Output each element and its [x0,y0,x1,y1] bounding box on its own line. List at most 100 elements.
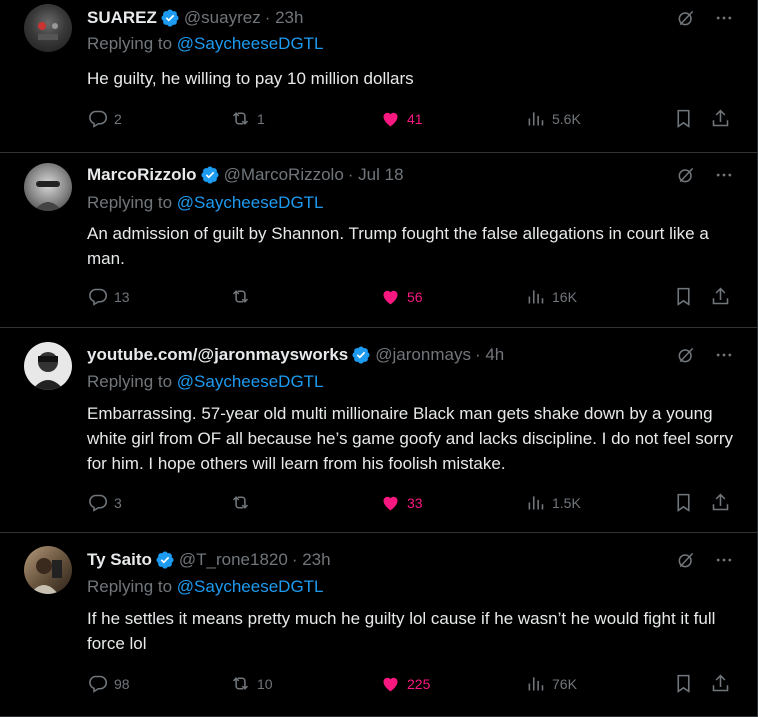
reply-icon [89,288,108,306]
reply-tweet[interactable]: MarcoRizzolo @MarcoRizzolo · Jul 18 Repl… [0,153,758,328]
views-icon [528,496,544,510]
reply-feed: SUAREZ @suayrez · 23h Replying to @Saych… [0,0,758,717]
like-icon [383,290,398,305]
reply-tweet[interactable]: SUAREZ @suayrez · 23h Replying to @Saych… [0,0,758,153]
views-button[interactable]: 76K [525,673,577,694]
grok-icon[interactable] [676,550,696,570]
mention-link[interactable]: @SaycheeseDGTL [177,577,324,596]
repost-button[interactable] [230,492,257,513]
repost-icon [232,290,249,303]
views-button[interactable]: 1.5K [525,492,581,513]
avatar[interactable] [24,4,72,52]
avatar[interactable] [24,342,72,390]
share-icon [712,109,729,127]
like-count: 56 [407,288,423,305]
more-icon[interactable] [714,165,734,185]
views-count: 16K [552,288,577,305]
views-count: 76K [552,675,577,692]
repost-button[interactable]: 1 [230,108,265,129]
author-handle[interactable]: @T_rone1820 [179,550,288,570]
repost-icon [232,677,249,690]
more-icon[interactable] [714,8,734,28]
like-count: 225 [407,675,431,692]
author-handle[interactable]: @jaronmays [375,345,471,365]
reply-button[interactable]: 3 [87,492,122,513]
action-bar: 13 56 16K [87,286,737,310]
bookmark-button[interactable] [673,108,694,129]
like-icon [383,677,398,692]
reply-tweet[interactable]: youtube.com/@jaronmaysworks @jaronmays ·… [0,328,758,533]
more-icon[interactable] [714,345,734,365]
reply-icon [89,675,108,693]
mention-link[interactable]: @SaycheeseDGTL [177,372,324,391]
replying-to: Replying to @SaycheeseDGTL [87,193,324,212]
tweet-header: youtube.com/@jaronmaysworks @jaronmays ·… [87,343,504,367]
tweet-text: Embarrassing. 57-year old multi milliona… [87,404,733,473]
timestamp[interactable]: · 23h [265,8,304,28]
author-name[interactable]: Ty Saito [87,550,152,570]
reply-icon [89,494,108,512]
verified-badge-icon [352,346,370,364]
views-count: 1.5K [552,494,581,511]
share-icon [712,287,729,305]
tweet-header: Ty Saito @T_rone1820 · 23h [87,548,331,572]
author-name[interactable]: SUAREZ [87,8,157,28]
author-handle[interactable]: @MarcoRizzolo [224,165,344,185]
repost-icon [232,496,249,509]
like-button[interactable]: 225 [380,673,430,694]
replying-to: Replying to @SaycheeseDGTL [87,577,324,596]
reply-count: 3 [114,494,122,511]
reply-button[interactable]: 13 [87,286,130,307]
tweet-header: MarcoRizzolo @MarcoRizzolo · Jul 18 [87,163,404,187]
tweet-header: SUAREZ @suayrez · 23h [87,6,303,30]
replying-to: Replying to @SaycheeseDGTL [87,372,324,391]
views-button[interactable]: 16K [525,286,577,307]
repost-icon [232,112,249,125]
avatar[interactable] [24,546,72,594]
repost-button[interactable] [230,286,257,307]
like-button[interactable]: 56 [380,286,423,307]
reply-button[interactable]: 2 [87,108,122,129]
share-icon [712,674,729,692]
share-button[interactable] [710,286,731,307]
bookmark-button[interactable] [673,492,694,513]
like-button[interactable]: 33 [380,492,423,513]
mention-link[interactable]: @SaycheeseDGTL [177,34,324,53]
repost-count: 10 [257,675,273,692]
bookmark-button[interactable] [673,286,694,307]
reply-count: 13 [114,288,130,305]
like-count: 41 [407,110,423,127]
timestamp[interactable]: · 4h [475,345,504,365]
author-name[interactable]: youtube.com/@jaronmaysworks [87,345,348,365]
repost-button[interactable]: 10 [230,673,273,694]
like-icon [383,496,398,511]
mention-link[interactable]: @SaycheeseDGTL [177,193,324,212]
bookmark-button[interactable] [673,673,694,694]
author-name[interactable]: MarcoRizzolo [87,165,197,185]
share-button[interactable] [710,673,731,694]
timestamp[interactable]: · 23h [292,550,331,570]
grok-icon[interactable] [676,345,696,365]
tweet-text: An admission of guilt by Shannon. Trump … [87,224,709,268]
reply-tweet[interactable]: Ty Saito @T_rone1820 · 23h Replying to @… [0,533,758,717]
grok-icon[interactable] [676,165,696,185]
reply-button[interactable]: 98 [87,673,130,694]
timestamp[interactable]: · Jul 18 [348,165,404,185]
verified-badge-icon [161,9,179,27]
more-icon[interactable] [714,550,734,570]
like-button[interactable]: 41 [380,108,423,129]
verified-badge-icon [156,551,174,569]
grok-icon[interactable] [676,8,696,28]
share-button[interactable] [710,492,731,513]
avatar[interactable] [24,163,72,211]
views-icon [528,677,544,691]
views-count: 5.6K [552,110,581,127]
author-handle[interactable]: @suayrez [184,8,261,28]
share-button[interactable] [710,108,731,129]
action-bar: 2 1 41 5.6K [87,108,737,132]
views-button[interactable]: 5.6K [525,108,581,129]
bookmark-icon [677,674,690,693]
tweet-text: He guilty, he willing to pay 10 million … [87,69,414,88]
like-count: 33 [407,494,423,511]
repost-count: 1 [257,110,265,127]
